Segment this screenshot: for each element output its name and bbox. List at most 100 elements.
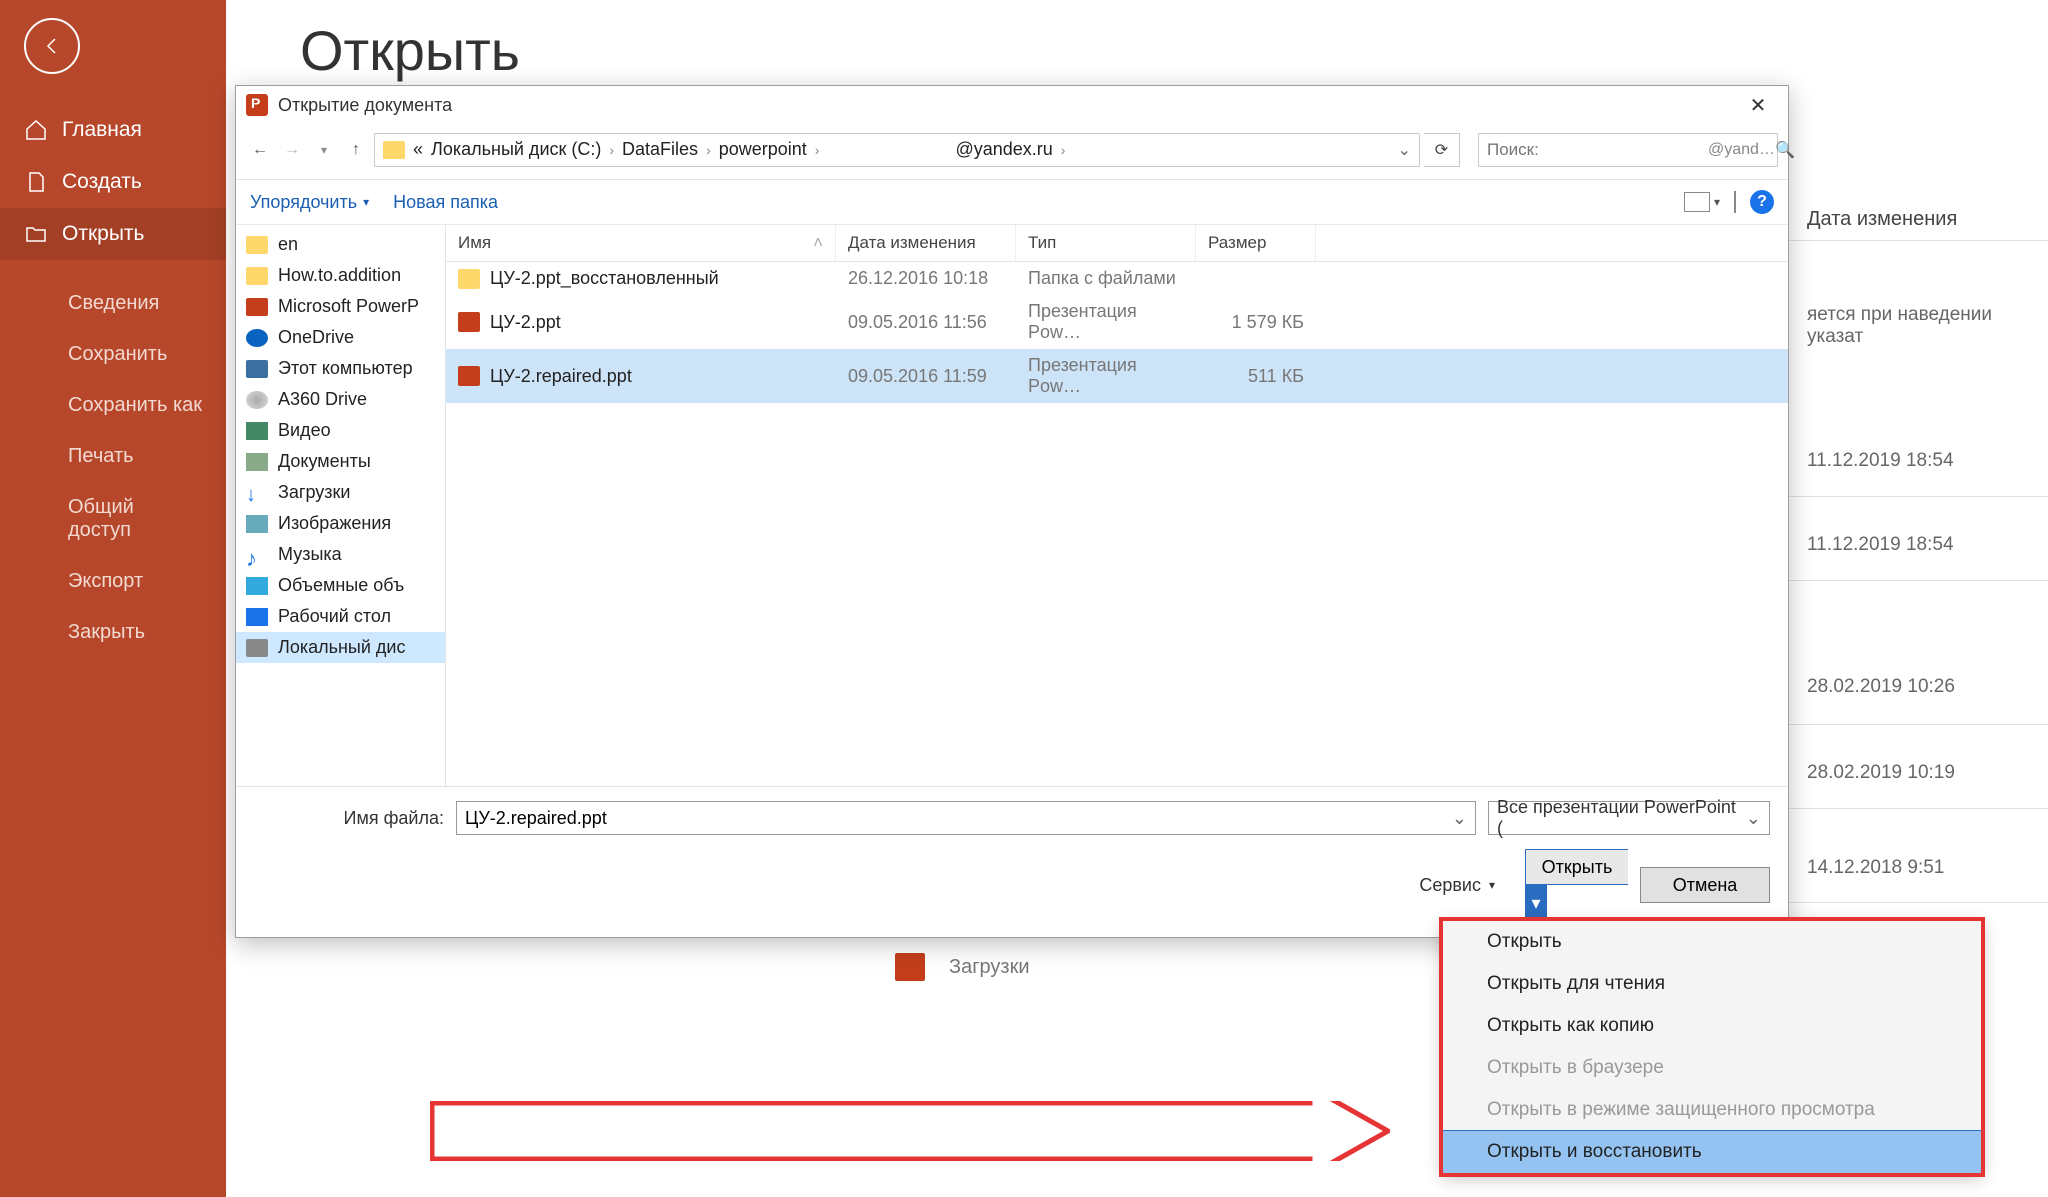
bg-date: 14.12.2018 9:51 (1807, 857, 1944, 879)
desk-icon (246, 608, 268, 626)
sidebar-item-home[interactable]: Главная (0, 104, 226, 156)
tree-item[interactable]: How.to.addition (236, 260, 445, 291)
disk-icon (246, 639, 268, 657)
tools-dropdown[interactable]: Сервис ▾ (1419, 875, 1495, 896)
refresh-button[interactable]: ⟳ (1424, 133, 1460, 167)
sidebar-item-saveas[interactable]: Сохранить как (0, 380, 226, 431)
folder-open-icon (24, 222, 48, 246)
nav-back-button[interactable]: ← (246, 136, 274, 164)
nav-up-button[interactable]: ↑ (342, 136, 370, 164)
tree-item[interactable]: OneDrive (236, 322, 445, 353)
file-row[interactable]: ЦУ-2.ppt_восстановленный26.12.2016 10:18… (446, 262, 1788, 295)
tree-item[interactable]: Музыка (236, 539, 445, 570)
preview-pane-button[interactable] (1734, 192, 1736, 213)
file-row[interactable]: ЦУ-2.ppt09.05.2016 11:56Презентация Pow…… (446, 295, 1788, 349)
bg-recent-item[interactable]: Загрузки (895, 953, 1030, 981)
menu-item[interactable]: Открыть (1443, 921, 1981, 963)
view-mode-button[interactable]: ▾ (1684, 192, 1720, 212)
nav-forward-button[interactable]: → (278, 136, 306, 164)
sidebar-item-print[interactable]: Печать (0, 431, 226, 482)
tree-item[interactable]: Объемные объ (236, 570, 445, 601)
tree-item[interactable]: A360 Drive (236, 384, 445, 415)
annotation-arrow (430, 1101, 1390, 1161)
tree-item[interactable]: Рабочий стол (236, 601, 445, 632)
tree-item[interactable]: Этот компьютер (236, 353, 445, 384)
sidebar-item-save[interactable]: Сохранить (0, 329, 226, 380)
home-icon (24, 118, 48, 142)
tree-label: A360 Drive (278, 389, 367, 410)
col-date[interactable]: Дата изменения (836, 225, 1016, 261)
filename-label: Имя файла: (254, 808, 444, 829)
tree-label: OneDrive (278, 327, 354, 348)
vid-icon (246, 422, 268, 440)
menu-item[interactable]: Открыть и восстановить (1442, 1130, 1982, 1174)
close-button[interactable]: ✕ (1738, 90, 1778, 120)
filename-input[interactable]: ЦУ-2.repaired.ppt ⌄ (456, 801, 1476, 835)
bg-date: 28.02.2019 10:19 (1807, 762, 1955, 784)
breadcrumb-part[interactable]: powerpoint (719, 139, 807, 160)
tree-label: Локальный дис (278, 637, 405, 658)
dialog-body: enHow.to.additionMicrosoft PowerP OneDriv… (236, 225, 1788, 786)
help-button[interactable]: ? (1750, 190, 1774, 214)
tree-item[interactable]: Microsoft PowerP (236, 291, 445, 322)
col-name[interactable]: Имя˄ (446, 225, 836, 261)
list-view-icon (1684, 192, 1710, 212)
menu-item: Открыть в браузере (1443, 1047, 1981, 1089)
search-box[interactable]: @yand… 🔍 (1478, 133, 1778, 167)
page-title: Открыть (300, 18, 520, 83)
col-size[interactable]: Размер (1196, 225, 1316, 261)
tree-item[interactable]: Загрузки (236, 477, 445, 508)
tree-item[interactable]: en (236, 229, 445, 260)
tree-item[interactable]: Документы (236, 446, 445, 477)
search-input[interactable] (1487, 140, 1708, 160)
cancel-button[interactable]: Отмена (1640, 867, 1770, 903)
bg-hint-text: яется при наведении указат (1807, 304, 2048, 348)
breadcrumb-part[interactable]: Локальный диск (C:) (431, 139, 601, 160)
file-row[interactable]: ЦУ-2.repaired.ppt09.05.2016 11:59Презент… (446, 349, 1788, 403)
breadcrumb-part[interactable]: @yandex.ru (955, 139, 1052, 160)
folder-tree[interactable]: enHow.to.additionMicrosoft PowerP OneDriv… (236, 225, 446, 786)
search-suffix: @yand… (1708, 141, 1775, 159)
menu-item[interactable]: Открыть для чтения (1443, 963, 1981, 1005)
nav-recent-button[interactable]: ▾ (310, 136, 338, 164)
file-list-header: Имя˄ Дата изменения Тип Размер (446, 225, 1788, 262)
breadcrumb-part[interactable]: DataFiles (622, 139, 698, 160)
open-dialog: Открытие документа ✕ ← → ▾ ↑ « Локальный… (235, 85, 1789, 938)
sidebar-item-open[interactable]: Открыть (0, 208, 226, 260)
bg-recent-label: Загрузки (949, 956, 1030, 979)
breadcrumb-bar[interactable]: « Локальный диск (C:) › DataFiles › powe… (374, 133, 1420, 167)
menu-item[interactable]: Открыть как копию (1443, 1005, 1981, 1047)
sidebar-item-share[interactable]: Общий доступ (0, 482, 226, 556)
sidebar-item-export[interactable]: Экспорт (0, 556, 226, 607)
chevron-down-icon: ⌄ (1746, 808, 1761, 829)
img-icon (246, 515, 268, 533)
file-name: ЦУ-2.ppt (490, 312, 561, 333)
file-date: 26.12.2016 10:18 (836, 264, 1016, 293)
back-button[interactable] (24, 18, 80, 74)
sidebar-item-new[interactable]: Создать (0, 156, 226, 208)
search-icon[interactable]: 🔍 (1775, 140, 1795, 160)
organize-button[interactable]: Упорядочить ▾ (250, 192, 369, 213)
sidebar-item-close[interactable]: Закрыть (0, 607, 226, 658)
tree-item[interactable]: Изображения (236, 508, 445, 539)
chevron-down-icon[interactable]: ⌄ (1452, 808, 1467, 829)
tree-label: Объемные объ (278, 575, 404, 596)
ppt-icon (458, 366, 480, 386)
bg-date: 11.12.2019 18:54 (1807, 534, 1954, 556)
open-button[interactable]: Открыть (1525, 849, 1628, 885)
breadcrumb-prefix: « (413, 139, 423, 160)
dialog-titlebar: Открытие документа ✕ (236, 86, 1788, 124)
open-dropdown-button[interactable]: ▾ (1525, 885, 1547, 921)
backstage-sidebar: Главная Создать Открыть Сведения Сохрани… (0, 0, 226, 1197)
col-type[interactable]: Тип (1016, 225, 1196, 261)
tree-item[interactable]: Видео (236, 415, 445, 446)
sidebar-item-info[interactable]: Сведения (0, 278, 226, 329)
tree-item[interactable]: Локальный дис (236, 632, 445, 663)
breadcrumb-dropdown-icon[interactable]: ⌄ (1398, 140, 1411, 160)
open-split-button: Открыть ▾ (1525, 849, 1628, 921)
chevron-right-icon: › (609, 142, 614, 158)
bg-column-header: Дата изменения (1807, 208, 1957, 231)
new-folder-button[interactable]: Новая папка (393, 192, 498, 213)
sidebar-label: Создать (62, 170, 142, 194)
filetype-dropdown[interactable]: Все презентации PowerPoint ( ⌄ (1488, 801, 1770, 835)
